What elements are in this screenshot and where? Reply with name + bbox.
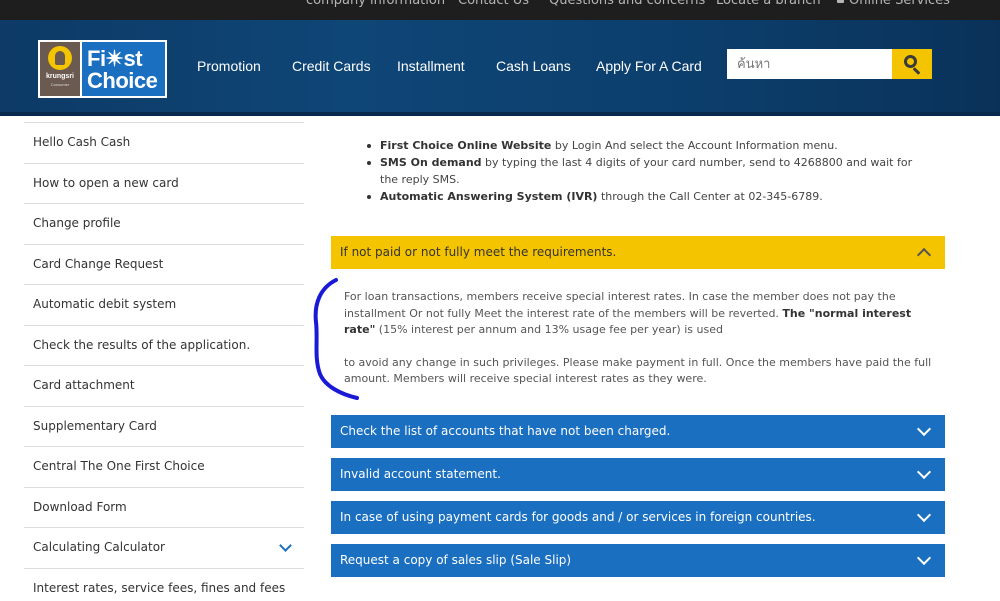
- online-services-label: Online Services: [849, 0, 950, 8]
- wordmark-line-2: Choice: [87, 68, 158, 93]
- krungsri-coin-icon: [48, 46, 72, 70]
- accordion-header-sales-slip-copy[interactable]: Request a copy of sales slip (Sale Slip): [331, 544, 945, 577]
- sidebar-item-interest-rates[interactable]: Interest rates, service fees, fines and …: [24, 567, 304, 601]
- online-services-link[interactable]: Online Services: [837, 0, 950, 8]
- lock-icon: [837, 0, 844, 3]
- sidebar-item-change-profile[interactable]: Change profile: [24, 203, 304, 244]
- list-item-text: through the Call Center at 02-345-6789.: [597, 190, 823, 203]
- accordion-body-not-paid: For loan transactions, members receive s…: [344, 289, 934, 388]
- accordion-header-uncharged-accounts[interactable]: Check the list of accounts that have not…: [331, 415, 945, 448]
- list-item-title: Automatic Answering System (IVR): [380, 190, 598, 203]
- first-choice-logo[interactable]: krungsri Consumer Fi✴st Choice: [38, 40, 167, 98]
- sidebar-item-download-form[interactable]: Download Form: [24, 486, 304, 528]
- sidebar-item-label: Change profile: [33, 216, 121, 230]
- list-item: Automatic Answering System (IVR) through…: [365, 188, 925, 205]
- sidebar-item-label: Supplementary Card: [33, 418, 157, 433]
- nav-credit-cards[interactable]: Credit Cards: [292, 58, 371, 74]
- chevron-down-icon[interactable]: [279, 539, 292, 552]
- list-item-title: SMS On demand: [380, 156, 482, 169]
- nav-promotion[interactable]: Promotion: [197, 58, 261, 74]
- sidebar-item-calculator[interactable]: Calculating Calculator: [24, 527, 304, 568]
- accordion-header-not-paid[interactable]: If not paid or not fully meet the requir…: [331, 236, 945, 269]
- sidebar-item-label: Hello Cash Cash: [33, 135, 131, 149]
- accordion-title: Request a copy of sales slip (Sale Slip): [340, 553, 572, 567]
- accordion-header-foreign-payments[interactable]: In case of using payment cards for goods…: [331, 501, 945, 534]
- chevron-down-icon: [916, 507, 932, 523]
- sidebar-item-label: Download Form: [33, 499, 127, 514]
- sidebar-item-application-results[interactable]: Check the results of the application.: [24, 324, 304, 366]
- chevron-down-icon: [916, 421, 932, 437]
- accordion-title: Invalid account statement.: [340, 467, 501, 481]
- chevron-down-icon: [916, 464, 932, 480]
- sidebar-item-label: Interest rates, service fees, fines and …: [33, 580, 286, 595]
- sidebar-item-card-attachment[interactable]: Card attachment: [24, 365, 304, 406]
- locate-branch-link[interactable]: Locate a branch: [716, 0, 821, 8]
- sidebar-item-label: Calculating Calculator: [33, 540, 165, 554]
- list-item-title: First Choice Online Website: [380, 139, 552, 152]
- list-item-text: by Login And select the Account Informat…: [551, 139, 838, 152]
- wordmark-line-1: Fi✴st: [87, 46, 143, 71]
- sidebar-item-label: How to open a new card: [33, 175, 179, 190]
- annotation-bracket-mark: [313, 278, 359, 400]
- company-information-link[interactable]: company information: [306, 0, 445, 8]
- accordion-title: If not paid or not fully meet the requir…: [340, 245, 617, 259]
- sidebar-item-automatic-debit[interactable]: Automatic debit system: [24, 284, 304, 325]
- accordion-header-invalid-statement[interactable]: Invalid account statement.: [331, 458, 945, 491]
- nav-apply-for-a-card[interactable]: Apply For A Card: [596, 58, 702, 74]
- accordion-title: In case of using payment cards for goods…: [340, 510, 816, 524]
- accordion-paragraph: For loan transactions, members receive s…: [344, 289, 934, 339]
- top-utility-bar: company information Contact Us Questions…: [0, 0, 1000, 20]
- sidebar-item-label: Check the results of the application.: [33, 337, 251, 352]
- accordion-paragraph: to avoid any change in such privileges. …: [344, 355, 932, 386]
- sidebar-menu: Hello Cash Cash How to open a new card C…: [24, 122, 304, 601]
- accordion-title: Check the list of accounts that have not…: [340, 424, 671, 438]
- krungsri-logo: krungsri Consumer: [40, 42, 80, 96]
- list-item: SMS On demand by typing the last 4 digit…: [365, 154, 925, 188]
- sidebar-item-card-change-request[interactable]: Card Change Request: [24, 243, 304, 285]
- search-input[interactable]: [727, 49, 892, 79]
- sidebar-item-open-new-card[interactable]: How to open a new card: [24, 162, 304, 204]
- search-button[interactable]: [892, 49, 932, 79]
- sidebar-item-hello-cash-cash[interactable]: Hello Cash Cash: [24, 122, 304, 163]
- krungsri-subtitle: Consumer: [50, 82, 70, 87]
- sidebar-item-label: Card Change Request: [33, 256, 164, 271]
- nav-cash-loans[interactable]: Cash Loans: [496, 58, 571, 74]
- contact-us-link[interactable]: Contact Us: [458, 0, 529, 8]
- sidebar-item-label: Automatic debit system: [33, 297, 177, 311]
- first-choice-wordmark: Fi✴st Choice: [82, 42, 165, 96]
- sidebar-item-label: Card attachment: [33, 378, 135, 392]
- list-item: First Choice Online Website by Login And…: [365, 137, 925, 154]
- sidebar-item-label: Central The One First Choice: [33, 459, 205, 473]
- sidebar-item-supplementary-card[interactable]: Supplementary Card: [24, 405, 304, 447]
- questions-concerns-link[interactable]: Questions and concerns: [549, 0, 705, 8]
- paragraph-text: (15% interest per annum and 13% usage fe…: [375, 323, 723, 336]
- chevron-up-icon: [916, 247, 932, 263]
- sidebar-item-central-the-one[interactable]: Central The One First Choice: [24, 446, 304, 487]
- nav-installment[interactable]: Installment: [397, 58, 465, 74]
- site-header: krungsri Consumer Fi✴st Choice Promotion…: [0, 20, 1000, 116]
- chevron-down-icon: [916, 550, 932, 566]
- check-balance-methods-list: First Choice Online Website by Login And…: [365, 137, 925, 205]
- krungsri-name: krungsri: [45, 73, 74, 80]
